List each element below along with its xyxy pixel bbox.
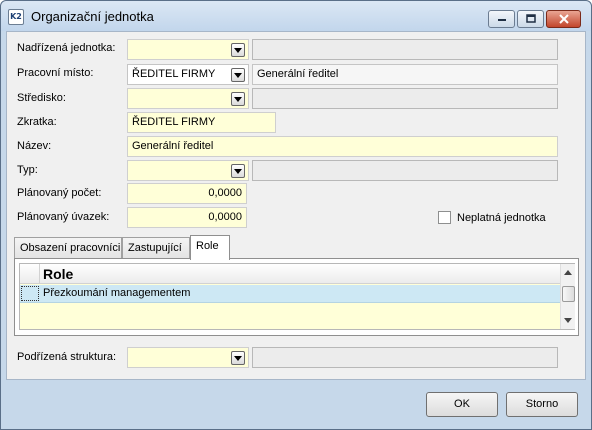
scroll-down-icon[interactable] bbox=[564, 318, 572, 323]
label-pracovni-misto: Pracovní místo: bbox=[17, 67, 94, 79]
nadrizena-dropdown-button[interactable] bbox=[231, 43, 245, 57]
grid-header: Role bbox=[20, 264, 560, 284]
close-icon bbox=[558, 14, 569, 24]
role-grid[interactable]: Role Přezkoumání managementem bbox=[19, 263, 575, 330]
row-selector[interactable] bbox=[21, 286, 39, 301]
tab-obsazeni[interactable]: Obsazení pracovníci bbox=[14, 237, 122, 259]
label-planovany-pocet: Plánovaný počet: bbox=[17, 187, 102, 199]
label-zkratka: Zkratka: bbox=[17, 116, 57, 128]
label-neplatna: Neplatná jednotka bbox=[457, 212, 546, 224]
typ-dropdown-button[interactable] bbox=[231, 164, 245, 178]
pracovni-misto-name-field: Generální ředitel bbox=[252, 64, 558, 85]
dialog-content: Nadřízená jednotka: Pracovní místo: ŘEDI… bbox=[6, 31, 586, 380]
label-typ: Typ: bbox=[17, 164, 38, 176]
scroll-thumb[interactable] bbox=[562, 286, 575, 302]
label-stredisko: Středisko: bbox=[17, 92, 66, 104]
title-bar[interactable]: K2 Organizační jednotka bbox=[1, 1, 591, 31]
tab-role[interactable]: Role bbox=[190, 235, 230, 260]
maximize-button[interactable] bbox=[517, 10, 544, 28]
tab-panel-role: Role Přezkoumání managementem bbox=[14, 258, 579, 336]
nadrizena-name-field bbox=[252, 39, 558, 60]
label-nadrizena: Nadřízená jednotka: bbox=[17, 42, 116, 54]
maximize-icon bbox=[525, 14, 536, 23]
chevron-down-icon bbox=[234, 356, 242, 361]
planovany-uvazek-input[interactable]: 0,0000 bbox=[127, 207, 247, 228]
tab-zastupujici[interactable]: Zastupující bbox=[122, 237, 190, 259]
pracovni-misto-dropdown-button[interactable] bbox=[231, 68, 245, 82]
chevron-down-icon bbox=[234, 169, 242, 174]
chevron-down-icon bbox=[234, 48, 242, 53]
chevron-down-icon bbox=[234, 97, 242, 102]
dialog-window: K2 Organizační jednotka Nadřízená jednot… bbox=[0, 0, 592, 430]
grid-corner bbox=[20, 264, 40, 284]
minimize-button[interactable] bbox=[488, 10, 515, 28]
close-button[interactable] bbox=[546, 10, 581, 28]
window-title: Organizační jednotka bbox=[31, 9, 154, 24]
app-icon: K2 bbox=[8, 9, 24, 25]
vertical-scrollbar[interactable] bbox=[560, 264, 575, 329]
role-cell: Přezkoumání managementem bbox=[43, 287, 191, 299]
podrizena-name-field bbox=[252, 347, 558, 368]
column-header-role[interactable]: Role bbox=[43, 266, 73, 282]
podrizena-dropdown-button[interactable] bbox=[231, 351, 245, 365]
stredisko-name-field bbox=[252, 88, 558, 109]
chevron-down-icon bbox=[234, 73, 242, 78]
ok-button[interactable]: OK bbox=[426, 392, 498, 417]
label-nazev: Název: bbox=[17, 140, 52, 152]
zkratka-input[interactable]: ŘEDITEL FIRMY bbox=[127, 112, 276, 133]
nazev-input[interactable]: Generální ředitel bbox=[127, 136, 558, 157]
typ-name-field bbox=[252, 160, 558, 181]
label-planovany-uvazek: Plánovaný úvazek: bbox=[17, 211, 110, 223]
label-podrizena: Podřízená struktura: bbox=[17, 351, 117, 363]
neplatna-checkbox[interactable] bbox=[438, 211, 451, 224]
stredisko-dropdown-button[interactable] bbox=[231, 92, 245, 106]
table-row[interactable]: Přezkoumání managementem bbox=[20, 285, 560, 303]
scroll-up-icon[interactable] bbox=[564, 270, 572, 275]
minimize-icon bbox=[497, 19, 506, 21]
planovany-pocet-input[interactable]: 0,0000 bbox=[127, 183, 247, 204]
cancel-button[interactable]: Storno bbox=[506, 392, 578, 417]
